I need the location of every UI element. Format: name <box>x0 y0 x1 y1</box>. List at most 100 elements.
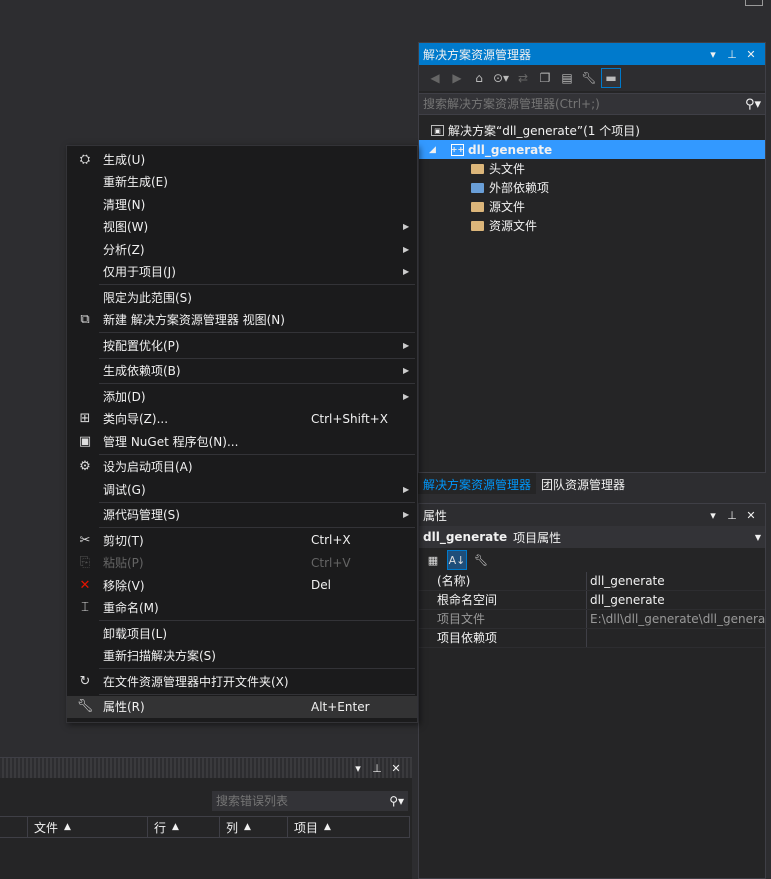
menu-item-label: 类向导(Z)... <box>103 412 169 427</box>
property-value[interactable]: dll_generate <box>587 591 765 609</box>
dropdown-icon[interactable]: ▾ <box>350 760 366 776</box>
search-icon[interactable]: ⚲▾ <box>745 97 761 112</box>
close-icon[interactable]: ✕ <box>743 46 759 62</box>
tab-solution-explorer[interactable]: 解决方案资源管理器 <box>418 473 537 494</box>
menu-item[interactable]: 视图(W) ▶ <box>67 216 417 239</box>
property-row[interactable]: 项目文件 E:\dll\dll_generate\dll_generat <box>419 610 765 629</box>
categorized-icon[interactable]: ▦ <box>423 550 443 570</box>
alphabetical-icon[interactable]: A↓ <box>447 550 467 570</box>
menu-item[interactable]: 重新生成(E) <box>67 171 417 194</box>
menu-item[interactable]: 按配置优化(P) ▶ <box>67 334 417 357</box>
menu-item[interactable]: 清理(N) <box>67 193 417 216</box>
dropdown-icon[interactable]: ▾ <box>705 507 721 523</box>
sync-icon[interactable]: ⇄ <box>513 68 533 88</box>
menu-item[interactable]: ⛭ 生成(U) <box>67 148 417 171</box>
close-icon[interactable]: ✕ <box>388 760 404 776</box>
menu-item-shortcut: Ctrl+V <box>311 555 351 570</box>
tree-item-label: 头文件 <box>489 162 526 176</box>
tree-item-solution[interactable]: ▣ 解决方案“dll_generate”(1 个项目) <box>419 121 765 140</box>
pin-icon[interactable]: ⊥ <box>724 507 740 523</box>
column-header-column[interactable]: 列 ▲ <box>220 817 288 837</box>
tree-item-resource-files[interactable]: 资源文件 <box>419 216 765 235</box>
menu-item[interactable]: 源代码管理(S) ▶ <box>67 504 417 527</box>
property-pages-wrench-icon[interactable]: 🔧︎ <box>471 550 491 570</box>
property-value: E:\dll\dll_generate\dll_generat <box>590 612 765 626</box>
column-label: 列 <box>226 820 239 835</box>
menu-item[interactable]: ⊞ 类向导(Z)... Ctrl+Shift+X <box>67 408 417 431</box>
menu-item[interactable]: ⧉ 新建 解决方案资源管理器 视图(N) <box>67 309 417 332</box>
paste-icon: ⎘ <box>79 555 91 571</box>
tree-item-external-deps[interactable]: 外部依赖项 <box>419 178 765 197</box>
menu-item[interactable]: 卸载项目(L) <box>67 622 417 645</box>
menu-item-label: 生成依赖项(B) <box>103 364 181 379</box>
column-label: 文件 <box>34 820 59 835</box>
menu-item[interactable]: ✂ 剪切(T) Ctrl+X <box>67 529 417 552</box>
search-icon[interactable]: ⚲▾ <box>389 794 404 808</box>
tree-item-label: 源文件 <box>489 200 526 214</box>
menu-item[interactable]: 仅用于项目(J) ▶ <box>67 261 417 284</box>
menu-item-label: 生成(U) <box>103 152 146 167</box>
menu-item[interactable]: ▣ 管理 NuGet 程序包(N)... <box>67 430 417 453</box>
menu-item[interactable]: ⚙ 设为启动项目(A) <box>67 456 417 479</box>
menu-item[interactable]: 🔧︎ 属性(R) Alt+Enter <box>67 695 417 718</box>
preview-icon[interactable]: ▬ <box>601 68 621 88</box>
menu-separator <box>99 693 415 695</box>
solution-search-input[interactable] <box>423 97 745 111</box>
menu-item[interactable]: 限定为此范围(S) <box>67 286 417 309</box>
solution-explorer-titlebar[interactable]: 解决方案资源管理器 ▾ ⊥ ✕ <box>419 43 765 65</box>
property-value[interactable]: dll_generate <box>587 572 765 590</box>
error-search-input[interactable] <box>216 794 390 808</box>
new-view-icon: ⧉ <box>80 312 90 328</box>
menu-item[interactable]: ✕ 移除(V) Del <box>67 574 417 597</box>
column-label: 项目 <box>294 820 319 835</box>
property-row[interactable]: 根命名空间 dll_generate <box>419 591 765 610</box>
tree-item-project[interactable]: ◢ ++ dll_generate <box>419 140 765 159</box>
tab-team-explorer[interactable]: 团队资源管理器 <box>536 473 630 494</box>
menu-item[interactable]: ⌶ 重命名(M) <box>67 597 417 620</box>
menu-item-label: 源代码管理(S) <box>103 508 180 523</box>
object-name: dll_generate <box>423 530 508 544</box>
properties-titlebar[interactable]: 属性 ▾ ⊥ ✕ <box>419 504 765 526</box>
properties-wrench-icon[interactable]: 🔧︎ <box>579 68 599 88</box>
menu-item[interactable]: 分析(Z) ▶ <box>67 238 417 261</box>
menu-item[interactable]: 添加(D) ▶ <box>67 385 417 408</box>
dropdown-icon[interactable]: ▾ <box>705 46 721 62</box>
column-header-line[interactable]: 行 ▲ <box>148 817 220 837</box>
column-header-empty[interactable] <box>0 817 28 837</box>
menu-item[interactable]: 生成依赖项(B) ▶ <box>67 360 417 383</box>
property-key: 根命名空间 <box>419 591 587 609</box>
solution-explorer-panel: 解决方案资源管理器 ▾ ⊥ ✕ ◀ ▶ ⌂ ⊙▾ ⇄ ❐ ▤ 🔧︎ ▬ ⚲▾ ▣… <box>418 42 766 493</box>
menu-item-shortcut: Ctrl+X <box>311 533 351 548</box>
property-value[interactable] <box>587 629 765 647</box>
solution-search-box[interactable]: ⚲▾ <box>419 93 765 115</box>
expand-triangle-icon[interactable]: ◢ <box>429 145 443 155</box>
column-header-file[interactable]: 文件 ▲ <box>28 817 148 837</box>
back-icon[interactable]: ◀ <box>425 68 445 88</box>
tree-item-source-files[interactable]: 源文件 <box>419 197 765 216</box>
tree-item-label: 解决方案“dll_generate”(1 个项目) <box>448 124 640 138</box>
pin-icon[interactable]: ⊥ <box>369 760 385 776</box>
pending-changes-filter-icon[interactable]: ⊙▾ <box>491 68 511 88</box>
property-row[interactable]: 项目依赖项 <box>419 629 765 648</box>
pin-icon[interactable]: ⊥ <box>724 46 740 62</box>
error-list-titlebar[interactable]: ▾ ⊥ ✕ <box>0 758 412 778</box>
close-icon[interactable]: ✕ <box>743 507 759 523</box>
properties-toolbar: ▦ A↓ 🔧︎ <box>419 548 765 572</box>
properties-object-selector[interactable]: dll_generate 项目属性 ▼ <box>419 526 765 548</box>
property-row[interactable]: (名称) dll_generate <box>419 572 765 591</box>
object-type: 项目属性 <box>513 530 562 545</box>
error-list-search-box[interactable]: ⚲▾ <box>212 791 408 811</box>
show-all-files-icon[interactable]: ▤ <box>557 68 577 88</box>
column-header-project[interactable]: 项目 ▲ <box>288 817 410 837</box>
forward-icon[interactable]: ▶ <box>447 68 467 88</box>
menu-item[interactable]: 调试(G) ▶ <box>67 478 417 501</box>
menu-item[interactable]: 重新扫描解决方案(S) <box>67 645 417 668</box>
tree-item-header-files[interactable]: 头文件 <box>419 159 765 178</box>
home-icon[interactable]: ⌂ <box>469 68 489 88</box>
collapse-all-icon[interactable]: ❐ <box>535 68 555 88</box>
menu-item[interactable]: ↻ 在文件资源管理器中打开文件夹(X) <box>67 670 417 693</box>
window-restore-icon[interactable] <box>745 0 763 6</box>
menu-item-label: 新建 解决方案资源管理器 视图(N) <box>103 313 285 328</box>
chevron-down-icon[interactable]: ▼ <box>755 533 761 542</box>
submenu-arrow-icon: ▶ <box>403 340 410 350</box>
